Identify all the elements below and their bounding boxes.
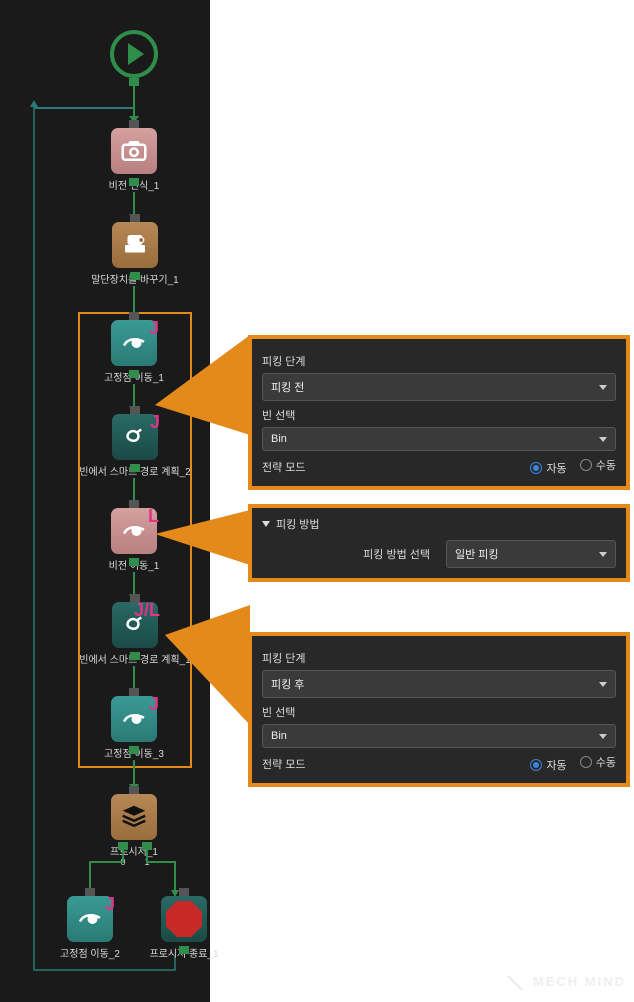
strategy-manual-radio[interactable]: 수동	[580, 754, 616, 770]
procedure-end-node[interactable]: 프로시저 종료_1	[144, 896, 224, 960]
camera-icon	[111, 128, 157, 174]
strategy-mode-label: 전략 모드	[262, 756, 306, 772]
move-type-badge: J/L	[134, 600, 160, 621]
right-background	[210, 0, 634, 1002]
smart-path-plan-2-node[interactable]: J 빈에서 스마트 경로 계획_2	[70, 414, 200, 478]
smart-path-icon: J	[112, 414, 158, 460]
select-value: 일반 피킹	[455, 546, 499, 562]
vision-move-node[interactable]: L 비전 이동_1	[100, 508, 168, 572]
picking-method-header[interactable]: 피킹 방법	[262, 516, 616, 532]
start-node[interactable]	[100, 30, 168, 78]
fixed-point-move-1-node[interactable]: J 고정점 이동_1	[100, 320, 168, 384]
select-value: 피킹 전	[271, 379, 304, 395]
smart-path-plan-1-node[interactable]: J/L 빈에서 스마트 경로 계획_1	[70, 602, 200, 666]
picking-stage-select[interactable]: 피킹 후	[262, 670, 616, 698]
waypoint-icon: J	[67, 896, 113, 942]
chevron-down-icon	[599, 385, 607, 390]
node-label: 프로시저_1	[100, 843, 168, 858]
select-value: 피킹 후	[271, 676, 304, 692]
watermark: MECH MIND	[503, 974, 626, 990]
move-type-badge: J	[149, 694, 159, 715]
strategy-auto-radio[interactable]: 자동	[530, 460, 566, 476]
picking-method-select[interactable]: 일반 피킹	[446, 540, 616, 568]
waypoint-icon: J	[111, 320, 157, 366]
strategy-manual-radio[interactable]: 수동	[580, 457, 616, 473]
move-type-badge: J	[105, 894, 115, 915]
select-value: Bin	[271, 433, 287, 445]
connector	[133, 86, 135, 122]
stop-icon	[161, 896, 207, 942]
move-type-badge: J	[149, 318, 159, 339]
change-end-effector-node[interactable]: 말단장치를 바꾸기_1	[75, 222, 195, 286]
waypoint-icon: L	[111, 508, 157, 554]
move-type-badge: J	[150, 412, 160, 433]
picking-stage-label: 피킹 단계	[262, 650, 616, 666]
picking-method-label: 피킹 방법 선택	[262, 546, 438, 562]
output-port-1-label: 1	[144, 857, 149, 867]
properties-panel-2: 피킹 방법 피킹 방법 선택 일반 피킹	[248, 504, 630, 582]
properties-panel-1: 피킹 단계 피킹 전 빈 선택 Bin 전략 모드 자동 수동	[248, 335, 630, 490]
chevron-down-icon	[599, 682, 607, 687]
node-label: 고정점 이동_2	[56, 945, 124, 960]
play-icon	[110, 30, 158, 78]
chevron-down-icon	[599, 437, 607, 442]
procedure-node[interactable]: 프로시저_1	[100, 794, 168, 858]
chevron-down-icon	[599, 552, 607, 557]
connector-branch	[34, 107, 133, 109]
bin-select[interactable]: Bin	[262, 427, 616, 451]
move-type-badge: L	[148, 506, 159, 527]
robot-tool-icon	[112, 222, 158, 268]
smart-path-icon: J/L	[112, 602, 158, 648]
strategy-mode-label: 전략 모드	[262, 459, 306, 475]
properties-panel-3: 피킹 단계 피킹 후 빈 선택 Bin 전략 모드 자동 수동	[248, 632, 630, 787]
picking-stage-label: 피킹 단계	[262, 353, 616, 369]
select-value: Bin	[271, 730, 287, 742]
stack-icon	[111, 794, 157, 840]
bin-select[interactable]: Bin	[262, 724, 616, 748]
waypoint-icon: J	[111, 696, 157, 742]
fixed-point-move-2-node[interactable]: J 고정점 이동_2	[56, 896, 124, 960]
picking-stage-select[interactable]: 피킹 전	[262, 373, 616, 401]
vision-recognition-node[interactable]: 비전 인식_1	[100, 128, 168, 192]
chevron-down-icon	[262, 521, 270, 527]
fixed-point-move-3-node[interactable]: J 고정점 이동_3	[100, 696, 168, 760]
strategy-auto-radio[interactable]: 자동	[530, 757, 566, 773]
chevron-down-icon	[599, 734, 607, 739]
bin-select-label: 빈 선택	[262, 407, 616, 423]
bin-select-label: 빈 선택	[262, 704, 616, 720]
output-port-0-label: 0	[120, 857, 125, 867]
